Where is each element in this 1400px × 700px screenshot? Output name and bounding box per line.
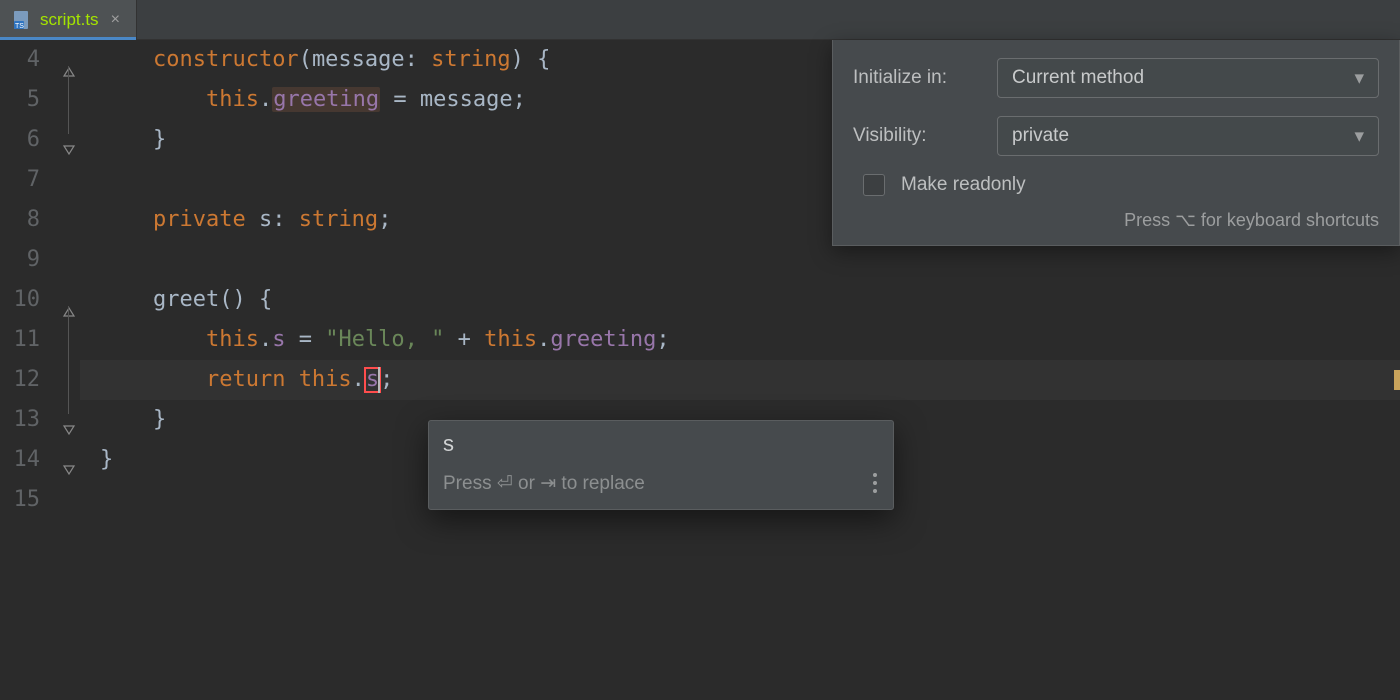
line-number: 9 [0, 240, 40, 280]
fold-strip[interactable] [58, 40, 80, 700]
line-number: 10 [0, 280, 40, 320]
rename-input[interactable]: s [429, 421, 893, 461]
initialize-in-select[interactable]: Current method ▾ [997, 58, 1379, 98]
line-number: 12 [0, 360, 40, 400]
line-number: 13 [0, 400, 40, 440]
visibility-select[interactable]: private ▾ [997, 116, 1379, 156]
close-icon[interactable]: × [107, 9, 124, 31]
make-readonly-checkbox[interactable] [863, 174, 885, 196]
make-readonly-label: Make readonly [901, 174, 1026, 196]
line-number: 7 [0, 160, 40, 200]
fold-end-icon[interactable] [62, 452, 76, 466]
fold-end-icon[interactable] [62, 132, 76, 146]
code-line[interactable] [80, 240, 1400, 280]
file-tab[interactable]: TS script.ts × [0, 0, 137, 39]
introduce-field-panel: Initialize in: Current method ▾ Visibili… [832, 40, 1400, 246]
line-number: 14 [0, 440, 40, 480]
visibility-label: Visibility: [853, 125, 981, 147]
keyboard-shortcuts-hint: Press ⌥ for keyboard shortcuts [853, 210, 1379, 231]
tab-bar: TS script.ts × [0, 0, 1400, 40]
fold-start-icon[interactable] [62, 292, 76, 306]
more-options-icon[interactable] [867, 467, 883, 499]
chevron-down-icon: ▾ [1354, 125, 1364, 148]
rename-hint: Press ⏎ or ⇥ to replace [443, 472, 645, 495]
line-number-gutter: 456789101112131415 [0, 40, 58, 700]
line-number: 5 [0, 80, 40, 120]
visibility-value: private [1012, 125, 1069, 147]
fold-start-icon[interactable] [62, 52, 76, 66]
line-number: 8 [0, 200, 40, 240]
chevron-down-icon: ▾ [1354, 67, 1364, 90]
tab-filename: script.ts [40, 10, 99, 30]
code-line[interactable]: this.s = "Hello, " + this.greeting; [80, 320, 1400, 360]
line-number: 4 [0, 40, 40, 80]
line-number: 6 [0, 120, 40, 160]
line-number: 11 [0, 320, 40, 360]
code-line[interactable]: return this.s; [80, 360, 1400, 400]
fold-end-icon[interactable] [62, 412, 76, 426]
initialize-in-value: Current method [1012, 67, 1144, 89]
typescript-file-icon: TS [12, 10, 32, 30]
code-line[interactable]: greet() { [80, 280, 1400, 320]
initialize-in-label: Initialize in: [853, 67, 981, 89]
svg-text:TS: TS [15, 23, 24, 30]
rename-popup: s Press ⏎ or ⇥ to replace [428, 420, 894, 510]
line-number: 15 [0, 480, 40, 520]
